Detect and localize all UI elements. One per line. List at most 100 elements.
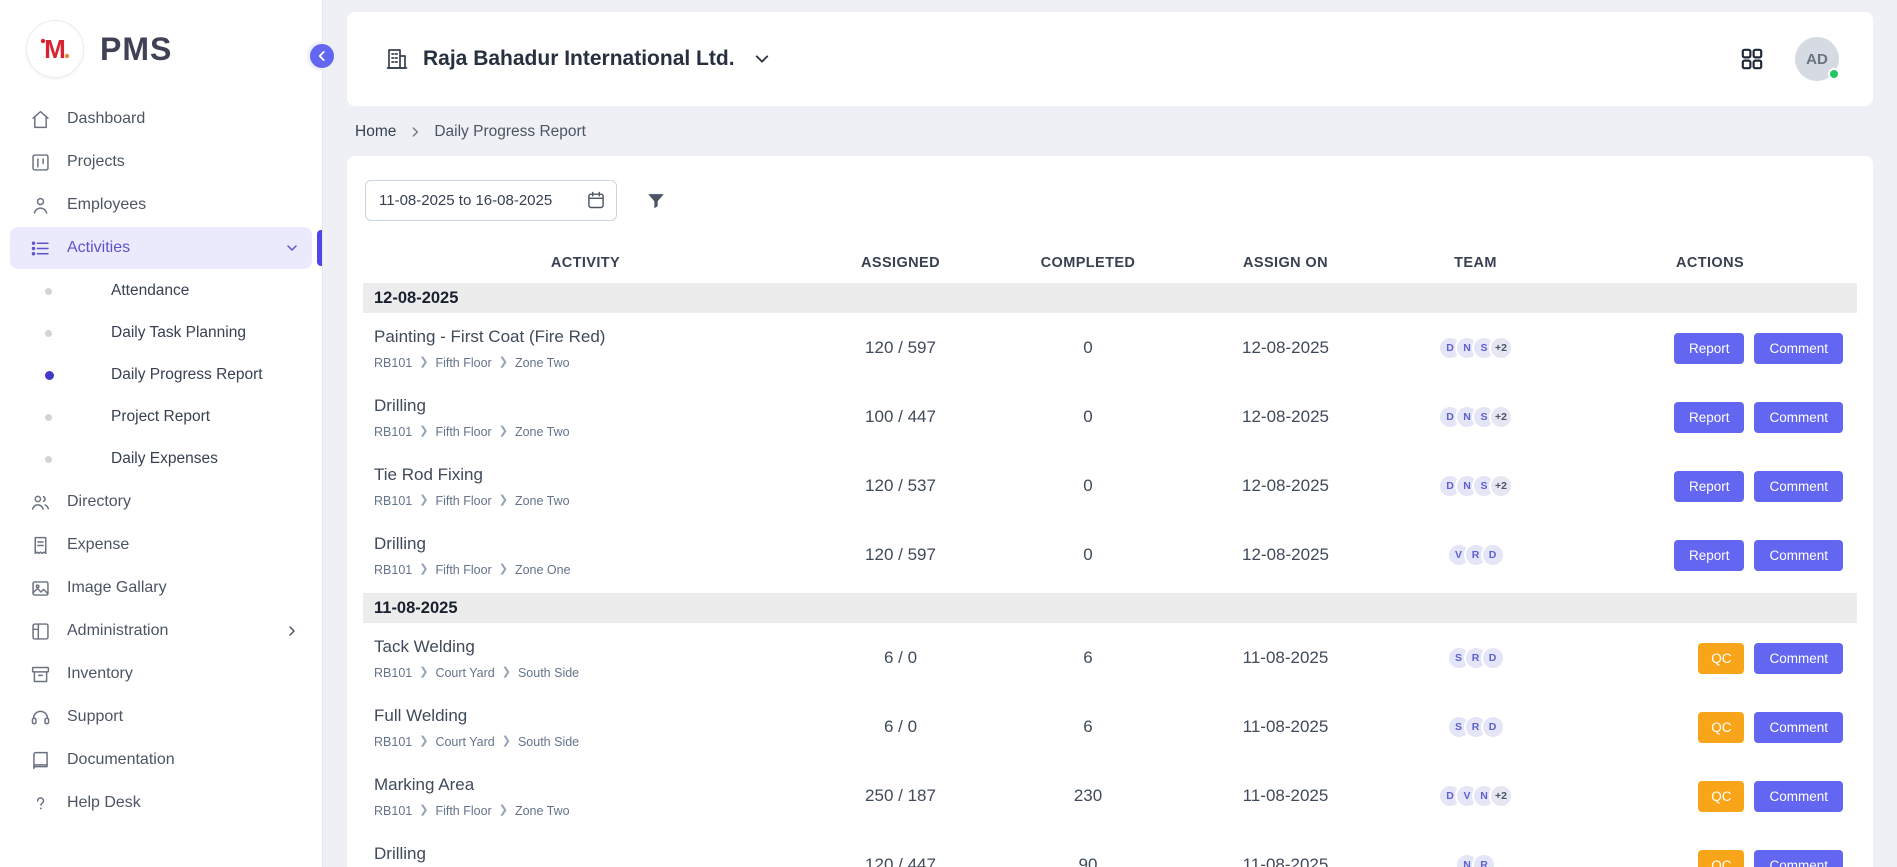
team-avatar[interactable]: R [1472, 853, 1496, 867]
actions-cell: Report Comment [1563, 333, 1857, 364]
team-avatar[interactable]: D [1481, 646, 1505, 670]
comment-button[interactable]: Comment [1754, 471, 1843, 502]
table-row: DrillingRB101❯Fifth Floor❯Zone Two120 / … [363, 832, 1857, 867]
team-overflow-badge[interactable]: +2 [1489, 405, 1513, 429]
column-header-team: TEAM [1388, 255, 1563, 271]
sidebar-item-label: Expense [67, 536, 300, 554]
user-menu[interactable]: AD [1795, 37, 1839, 81]
gallery-icon [30, 578, 51, 599]
qc-button[interactable]: QC [1698, 712, 1744, 743]
team-overflow-badge[interactable]: +2 [1489, 336, 1513, 360]
sidebar-item-inventory[interactable]: Inventory [10, 653, 312, 695]
comment-button[interactable]: Comment [1754, 850, 1843, 867]
assign-on-cell: 12-08-2025 [1183, 338, 1388, 358]
sidebar-row: Inventory [0, 653, 322, 695]
chevron-right-icon: ❯ [419, 667, 428, 678]
path-segment: Fifth Floor [435, 804, 491, 818]
breadcrumb: Home Daily Progress Report [323, 106, 1897, 156]
comment-button[interactable]: Comment [1754, 643, 1843, 674]
sidebar-item-label: Help Desk [67, 794, 300, 812]
sidebar-subitem-project-report[interactable]: Project Report [0, 396, 322, 438]
sidebar-collapse-button[interactable] [307, 41, 337, 71]
team-avatar[interactable]: D [1481, 715, 1505, 739]
breadcrumb-current: Daily Progress Report [434, 123, 586, 141]
team-overflow-badge[interactable]: +2 [1489, 784, 1513, 808]
comment-button[interactable]: Comment [1754, 781, 1843, 812]
logo-row: M PMS [0, 0, 322, 92]
sidebar-item-expense[interactable]: Expense [10, 524, 312, 566]
sidebar-item-employees[interactable]: Employees [10, 184, 312, 226]
sidebar-item-projects[interactable]: Projects [10, 141, 312, 183]
chevron-right-icon: ❯ [419, 495, 428, 506]
qc-button[interactable]: QC [1698, 643, 1744, 674]
chevron-right-icon: ❯ [419, 357, 428, 368]
table-row: DrillingRB101❯Fifth Floor❯Zone One120 / … [363, 522, 1857, 591]
sidebar-item-directory[interactable]: Directory [10, 481, 312, 523]
path-segment: RB101 [374, 425, 412, 439]
assign-on-cell: 11-08-2025 [1183, 717, 1388, 737]
employees-icon [30, 195, 51, 216]
activity-path: RB101❯Fifth Floor❯Zone Two [374, 425, 808, 439]
activity-path: RB101❯Fifth Floor❯Zone Two [374, 804, 808, 818]
report-button[interactable]: Report [1674, 540, 1745, 571]
sidebar-item-image-gallary[interactable]: Image Gallary [10, 567, 312, 609]
qc-button[interactable]: QC [1698, 850, 1744, 867]
qc-button[interactable]: QC [1698, 781, 1744, 812]
activity-cell: DrillingRB101❯Fifth Floor❯Zone Two [363, 396, 808, 439]
expense-icon [30, 535, 51, 556]
comment-button[interactable]: Comment [1754, 333, 1843, 364]
group-date-label: 12-08-2025 [374, 289, 458, 308]
column-header-completed: COMPLETED [993, 255, 1183, 271]
assign-on-cell: 11-08-2025 [1183, 786, 1388, 806]
sidebar-row: Help Desk [0, 782, 322, 824]
chevron-right-icon: ❯ [499, 357, 508, 368]
activity-path: RB101❯Fifth Floor❯Zone One [374, 563, 808, 577]
sidebar-item-label: Documentation [67, 751, 300, 769]
comment-button[interactable]: Comment [1754, 402, 1843, 433]
column-header-actions: ACTIONS [1563, 255, 1857, 271]
apps-grid-icon[interactable] [1739, 46, 1765, 72]
sidebar-item-administration[interactable]: Administration [10, 610, 312, 652]
sidebar-subitem-attendance[interactable]: Attendance [0, 270, 322, 312]
path-segment: South Side [518, 735, 579, 749]
completed-cell: 0 [993, 407, 1183, 427]
sidebar-item-activities[interactable]: Activities [10, 227, 312, 269]
sidebar-subitem-daily-task-planning[interactable]: Daily Task Planning [0, 312, 322, 354]
assign-on-cell: 12-08-2025 [1183, 476, 1388, 496]
report-button[interactable]: Report [1674, 471, 1745, 502]
group-date-label: 11-08-2025 [374, 599, 458, 618]
sidebar-subitem-label: Daily Progress Report [111, 366, 263, 384]
sidebar-item-support[interactable]: Support [10, 696, 312, 738]
chevron-right-icon: ❯ [419, 426, 428, 437]
projects-icon [30, 152, 51, 173]
sidebar-row: Administration [0, 610, 322, 652]
table-row: Full WeldingRB101❯Court Yard❯South Side6… [363, 694, 1857, 763]
comment-button[interactable]: Comment [1754, 712, 1843, 743]
report-button[interactable]: Report [1674, 402, 1745, 433]
group-date-row: 11-08-2025 [363, 593, 1857, 623]
path-segment: Zone Two [515, 494, 570, 508]
team-overflow-badge[interactable]: +2 [1489, 474, 1513, 498]
activity-cell: Tack WeldingRB101❯Court Yard❯South Side [363, 637, 808, 680]
sidebar-subitem-daily-expenses[interactable]: Daily Expenses [0, 438, 322, 480]
sidebar-item-documentation[interactable]: Documentation [10, 739, 312, 781]
breadcrumb-home[interactable]: Home [355, 123, 396, 141]
sidebar-subitem-daily-progress-report[interactable]: Daily Progress Report [0, 354, 322, 396]
home-icon [30, 109, 51, 130]
assigned-cell: 120 / 597 [808, 338, 993, 358]
report-button[interactable]: Report [1674, 333, 1745, 364]
chevron-left-icon [315, 49, 329, 63]
filter-funnel-icon[interactable] [645, 190, 667, 212]
chevron-right-icon: ❯ [419, 805, 428, 816]
chevron-right-icon: ❯ [499, 805, 508, 816]
team-avatar[interactable]: D [1481, 543, 1505, 567]
table-row: Tack WeldingRB101❯Court Yard❯South Side6… [363, 625, 1857, 694]
building-icon [385, 47, 409, 71]
sidebar-item-help-desk[interactable]: Help Desk [10, 782, 312, 824]
table-row: Painting - First Coat (Fire Red)RB101❯Fi… [363, 315, 1857, 384]
sidebar-item-dashboard[interactable]: Dashboard [10, 98, 312, 140]
comment-button[interactable]: Comment [1754, 540, 1843, 571]
company-selector[interactable]: Raja Bahadur International Ltd. [385, 47, 771, 71]
date-range-input[interactable] [365, 180, 617, 221]
app-root: M PMS DashboardProjectsEmployeesActiviti… [0, 0, 1897, 867]
